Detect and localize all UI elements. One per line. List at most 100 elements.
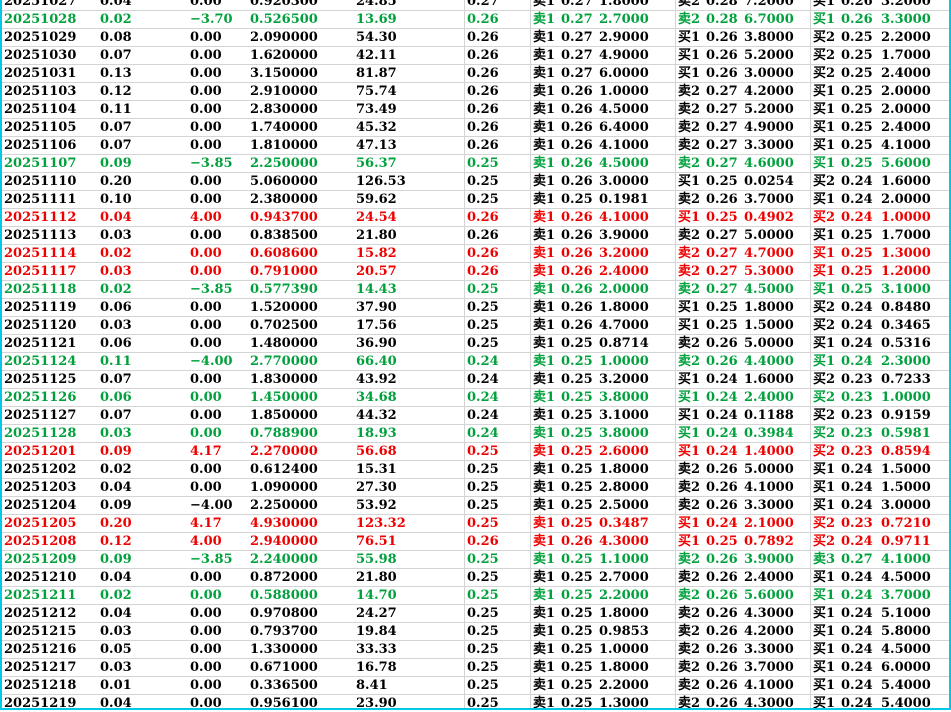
level1-label: 卖1 (530, 353, 559, 371)
level1-price: 0.26 (559, 317, 597, 335)
table-row[interactable]: 20251203 0.04 0.00 1.090000 27.30 0.25 卖1 0.25 2… (2, 479, 949, 497)
level3-label: 买1 (810, 353, 839, 371)
ratio-cell: 0.02 (98, 461, 188, 479)
table-row[interactable]: 20251202 0.02 0.00 0.612400 15.31 0.25 卖1 0.25 1… (2, 461, 949, 479)
table-row[interactable]: 20251114 0.02 0.00 0.608600 15.82 0.26 卖1 0.26 3… (2, 245, 949, 263)
table-row[interactable]: 20251120 0.03 0.00 0.702500 17.56 0.25 卖1 0.26 4… (2, 317, 949, 335)
level2-volume: 4.3000 (742, 695, 810, 708)
table-row[interactable]: 20251127 0.07 0.00 1.850000 44.32 0.24 卖1 0.25 3… (2, 407, 949, 425)
level3-volume: 6.0000 (879, 659, 949, 677)
level1-price: 0.25 (559, 515, 597, 533)
level1-volume: 3.2000 (597, 371, 675, 389)
level2-label: 买1 (675, 299, 704, 317)
change-pct-cell: 0.00 (188, 65, 248, 83)
change-pct-cell: 0.00 (188, 659, 248, 677)
table-row[interactable]: 20251217 0.03 0.00 0.671000 16.78 0.25 卖1 0.25 1… (2, 659, 949, 677)
level3-label: 买1 (810, 101, 839, 119)
table-row[interactable]: 20251211 0.02 0.00 0.588000 14.70 0.25 卖1 0.25 2… (2, 587, 949, 605)
price-cell: 0.26 (464, 47, 530, 65)
table-row[interactable]: 20251128 0.03 0.00 0.788900 18.93 0.24 卖1 0.25 3… (2, 425, 949, 443)
amount-cell: 1.450000 (248, 389, 354, 407)
table-row[interactable]: 20251121 0.06 0.00 1.480000 36.90 0.25 卖1 0.25 0… (2, 335, 949, 353)
level1-price: 0.25 (559, 569, 597, 587)
table-row[interactable]: 20251106 0.07 0.00 1.810000 47.13 0.26 卖1 0.26 4… (2, 137, 949, 155)
date-cell: 20251219 (2, 695, 98, 708)
level1-price: 0.25 (559, 605, 597, 623)
level2-price: 0.27 (704, 119, 742, 137)
level3-volume: 2.0000 (879, 83, 949, 101)
level1-label: 卖1 (530, 191, 559, 209)
level2-price: 0.28 (704, 11, 742, 29)
table-row[interactable]: 20251208 0.12 4.00 2.940000 76.51 0.26 卖1 0.26 4… (2, 533, 949, 551)
level2-label: 买1 (675, 173, 704, 191)
price-cell: 0.25 (464, 623, 530, 641)
table-row[interactable]: 20251030 0.07 0.00 1.620000 42.11 0.26 卖1 0.27 4… (2, 47, 949, 65)
table-row[interactable]: 20251118 0.02 −3.85 0.577390 14.43 0.25 卖1 0.26… (2, 281, 949, 299)
level3-price: 0.25 (839, 83, 879, 101)
level3-price: 0.24 (839, 461, 879, 479)
table-row[interactable]: 20251029 0.08 0.00 2.090000 54.30 0.26 卖1 0.27 2… (2, 29, 949, 47)
level3-volume: 5.4000 (879, 695, 949, 708)
ratio-cell: 0.11 (98, 101, 188, 119)
table-row[interactable]: 20251105 0.07 0.00 1.740000 45.32 0.26 卖1 0.26 6… (2, 119, 949, 137)
date-cell: 20251205 (2, 515, 98, 533)
date-cell: 20251114 (2, 245, 98, 263)
table-row[interactable]: 20251112 0.04 4.00 0.943700 24.54 0.26 卖1 0.26 4… (2, 209, 949, 227)
table-row[interactable]: 20251028 0.02 −3.70 0.526500 13.69 0.26 卖1 0.27… (2, 11, 949, 29)
level3-volume: 1.3000 (879, 245, 949, 263)
level1-price: 0.25 (559, 191, 597, 209)
date-cell: 20251203 (2, 479, 98, 497)
amount-cell: 1.620000 (248, 47, 354, 65)
ratio-cell: 0.03 (98, 263, 188, 281)
table-row[interactable]: 20251126 0.06 0.00 1.450000 34.68 0.24 卖1 0.25 3… (2, 389, 949, 407)
table-row[interactable]: 20251113 0.03 0.00 0.838500 21.80 0.26 卖1 0.26 3… (2, 227, 949, 245)
level2-volume: 0.3984 (742, 425, 810, 443)
table-row[interactable]: 20251107 0.09 −3.85 2.250000 56.37 0.25 卖1 0.26… (2, 155, 949, 173)
level2-price: 0.26 (704, 641, 742, 659)
price-cell: 0.26 (464, 119, 530, 137)
table-row[interactable]: 20251027 0.04 0.00 0.920300 24.85 0.27 卖1 0.27 1… (2, 0, 949, 11)
table-row[interactable]: 20251110 0.20 0.00 5.060000 126.53 0.25 卖1 0.26… (2, 173, 949, 191)
level3-volume: 0.5981 (879, 425, 949, 443)
level2-price: 0.24 (704, 425, 742, 443)
table-row[interactable]: 20251103 0.12 0.00 2.910000 75.74 0.26 卖1 0.26 1… (2, 83, 949, 101)
date-cell: 20251128 (2, 425, 98, 443)
table-row[interactable]: 20251212 0.04 0.00 0.970800 24.27 0.25 卖1 0.25 1… (2, 605, 949, 623)
level3-price: 0.24 (839, 209, 879, 227)
level2-price: 0.24 (704, 371, 742, 389)
table-row[interactable]: 20251119 0.06 0.00 1.520000 37.90 0.25 卖1 0.26 1… (2, 299, 949, 317)
table-row[interactable]: 20251125 0.07 0.00 1.830000 43.92 0.24 卖1 0.25 3… (2, 371, 949, 389)
level1-volume: 4.9000 (597, 47, 675, 65)
date-cell: 20251204 (2, 497, 98, 515)
level1-label: 卖1 (530, 47, 559, 65)
level1-label: 卖1 (530, 695, 559, 708)
table-row[interactable]: 20251218 0.01 0.00 0.336500 8.41 0.25 卖1 0.25 2.… (2, 677, 949, 695)
table-row[interactable]: 20251209 0.09 −3.85 2.240000 55.98 0.25 卖1 0.25… (2, 551, 949, 569)
level2-price: 0.26 (704, 47, 742, 65)
table-row[interactable]: 20251104 0.11 0.00 2.830000 73.49 0.26 卖1 0.26 4… (2, 101, 949, 119)
table-row[interactable]: 20251219 0.04 0.00 0.956100 23.90 0.25 卖1 0.25 1… (2, 695, 949, 708)
table-row[interactable]: 20251111 0.10 0.00 2.380000 59.62 0.25 卖1 0.25 0… (2, 191, 949, 209)
table-row[interactable]: 20251117 0.03 0.00 0.791000 20.57 0.26 卖1 0.26 2… (2, 263, 949, 281)
level2-volume: 3.3000 (742, 137, 810, 155)
table-row[interactable]: 20251204 0.09 −4.00 2.250000 53.92 0.25 卖1 0.25… (2, 497, 949, 515)
date-cell: 20251210 (2, 569, 98, 587)
table-row[interactable]: 20251210 0.04 0.00 0.872000 21.80 0.25 卖1 0.25 2… (2, 569, 949, 587)
table-row[interactable]: 20251031 0.13 0.00 3.150000 81.87 0.26 卖1 0.27 6… (2, 65, 949, 83)
table-row[interactable]: 20251201 0.09 4.17 2.270000 56.68 0.25 卖1 0.25 2… (2, 443, 949, 461)
level1-volume: 4.7000 (597, 317, 675, 335)
ratio-cell: 0.08 (98, 29, 188, 47)
level1-label: 卖1 (530, 425, 559, 443)
level3-label: 买2 (810, 209, 839, 227)
ratio-cell: 0.02 (98, 245, 188, 263)
table-row[interactable]: 20251205 0.20 4.17 4.930000 123.32 0.25 卖1 0.25… (2, 515, 949, 533)
price-cell: 0.25 (464, 641, 530, 659)
table-row[interactable]: 20251124 0.11 −4.00 2.770000 66.40 0.24 卖1 0.25… (2, 353, 949, 371)
table-row[interactable]: 20251215 0.03 0.00 0.793700 19.84 0.25 卖1 0.25 0… (2, 623, 949, 641)
level2-volume: 0.7892 (742, 533, 810, 551)
level3-price: 0.25 (839, 245, 879, 263)
level1-volume: 2.7000 (597, 569, 675, 587)
level1-price: 0.25 (559, 677, 597, 695)
table-row[interactable]: 20251216 0.05 0.00 1.330000 33.33 0.25 卖1 0.25 1… (2, 641, 949, 659)
change-pct-cell: −3.85 (188, 551, 248, 569)
